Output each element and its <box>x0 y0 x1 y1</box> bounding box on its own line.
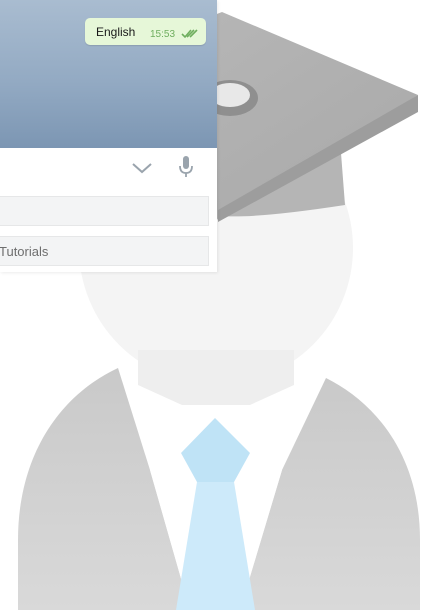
avatar-neck <box>138 350 294 405</box>
message-text: English <box>96 25 136 39</box>
telegram-chat-window: English 15:53 Tutorials <box>0 0 217 272</box>
microphone-icon[interactable] <box>177 155 195 179</box>
chevron-down-icon[interactable] <box>131 161 153 175</box>
keyboard-button[interactable] <box>0 196 209 226</box>
message-time: 15:53 <box>150 29 176 40</box>
double-check-icon <box>181 29 198 39</box>
chat-history-area: English 15:53 <box>0 0 217 148</box>
keyboard-button-tutorials[interactable]: Tutorials <box>0 236 209 266</box>
outgoing-message-bubble[interactable]: English 15:53 <box>85 18 206 45</box>
keyboard-button-label: Tutorials <box>0 244 49 259</box>
